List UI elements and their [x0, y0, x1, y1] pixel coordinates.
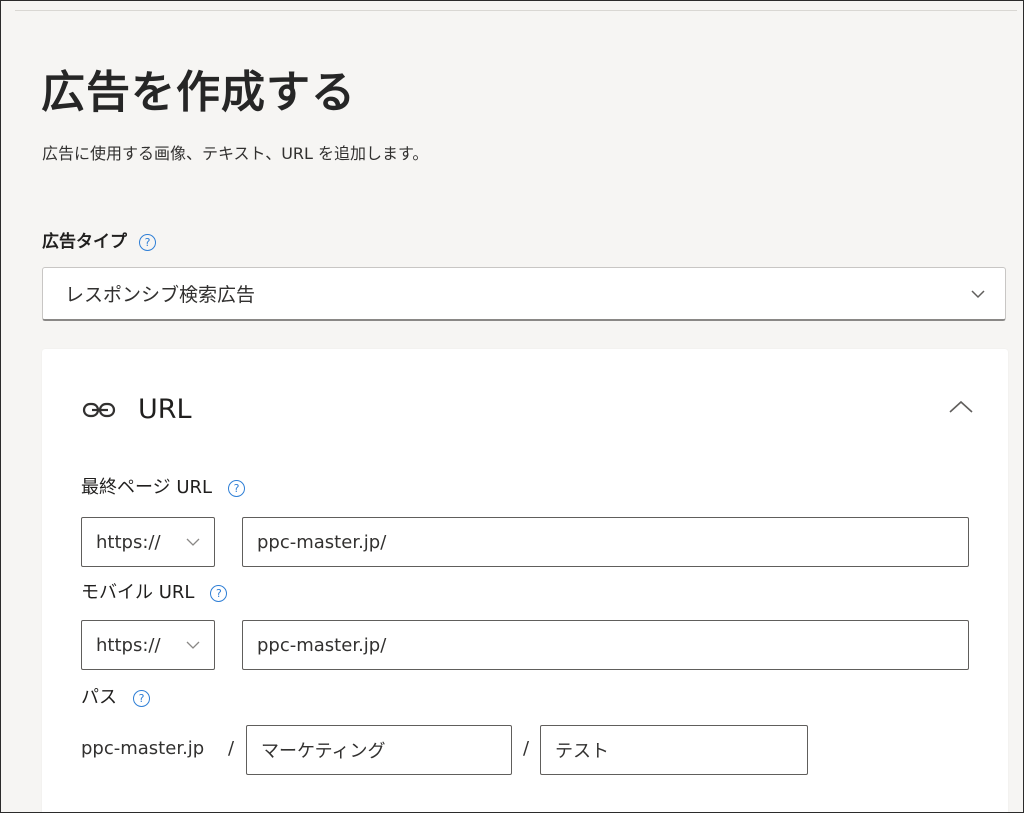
chevron-down-icon	[186, 641, 200, 649]
link-icon	[82, 402, 116, 418]
path2-input[interactable]	[540, 725, 808, 775]
mobile-url-input[interactable]	[242, 620, 969, 670]
chevron-down-icon	[971, 289, 985, 298]
chevron-up-icon	[949, 400, 973, 413]
help-icon[interactable]: ?	[133, 689, 150, 707]
path-label-text: パス	[81, 687, 117, 708]
page-subtitle: 広告に使用する画像、テキスト、URL を追加します。	[42, 144, 429, 163]
collapse-button[interactable]	[946, 395, 976, 419]
top-divider	[15, 10, 1017, 11]
path-separator: /	[228, 738, 235, 759]
final-url-label: 最終ページ URL ?	[81, 475, 246, 501]
help-icon[interactable]: ?	[228, 479, 246, 497]
help-icon[interactable]: ?	[139, 233, 156, 251]
url-card-title: URL	[138, 394, 192, 425]
path-separator: /	[523, 738, 530, 759]
path-domain: ppc-master.jp	[81, 738, 205, 759]
mobile-url-protocol-value: https://	[96, 634, 161, 656]
final-url-input[interactable]	[242, 517, 969, 567]
ad-type-label-text: 広告タイプ	[42, 232, 127, 252]
path-label: パス ?	[81, 685, 150, 711]
help-icon[interactable]: ?	[210, 584, 228, 602]
final-url-label-text: 最終ページ URL	[81, 477, 213, 498]
mobile-url-label-text: モバイル URL	[81, 582, 195, 603]
url-card-header: URL	[82, 391, 192, 429]
chevron-down-icon	[186, 538, 200, 546]
final-url-protocol-dropdown[interactable]: https://	[81, 517, 215, 567]
page-title: 広告を作成する	[41, 67, 356, 118]
ad-type-selected-value: レスポンシブ検索広告	[65, 284, 256, 306]
mobile-url-label: モバイル URL ?	[81, 580, 228, 606]
ad-type-dropdown[interactable]: レスポンシブ検索広告	[42, 267, 1006, 321]
mobile-url-protocol-dropdown[interactable]: https://	[81, 620, 215, 670]
ad-type-label: 広告タイプ ?	[42, 229, 156, 255]
path1-input[interactable]	[246, 725, 512, 775]
app-frame: 広告を作成する 広告に使用する画像、テキスト、URL を追加します。 広告タイプ…	[0, 0, 1024, 813]
final-url-protocol-value: https://	[96, 531, 161, 553]
url-card: URL 最終ページ URL ? https:// モバイル URL ? http…	[42, 349, 1008, 812]
